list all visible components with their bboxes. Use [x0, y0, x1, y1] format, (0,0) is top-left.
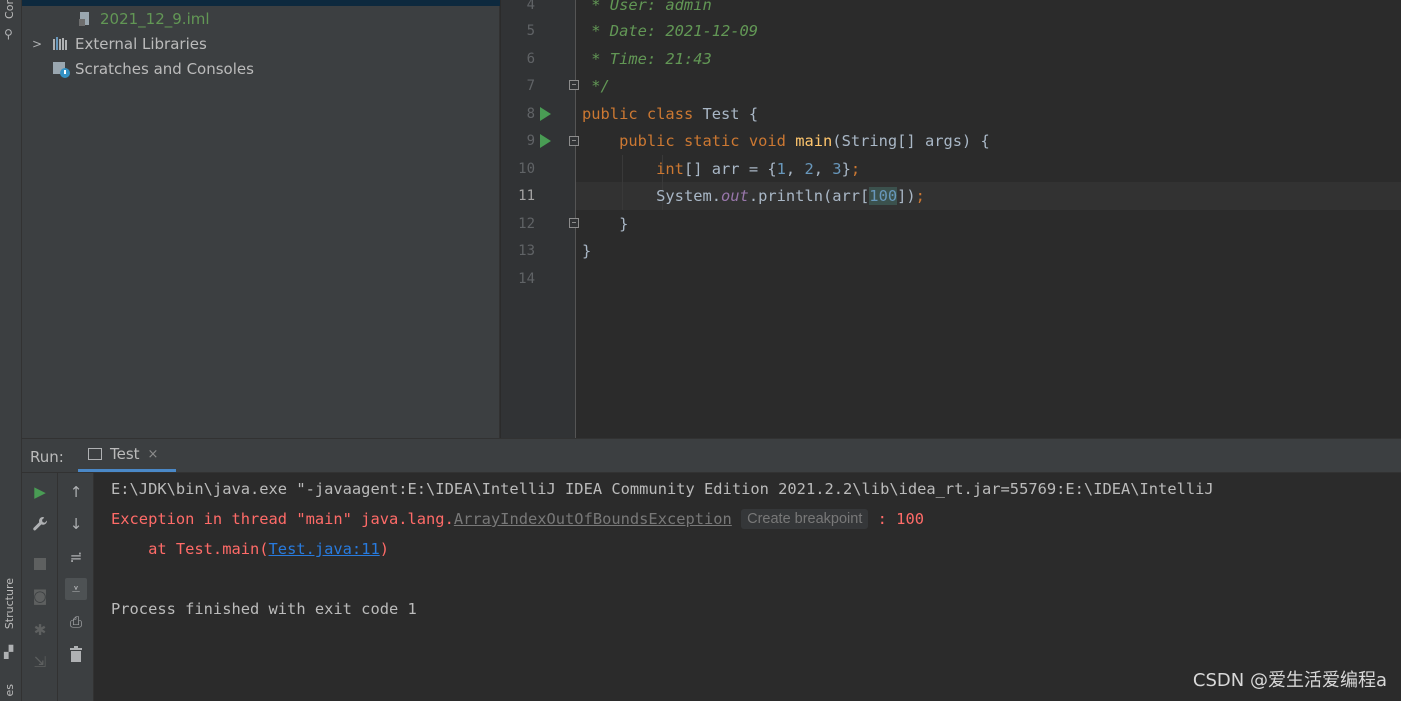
tree-item-label: External Libraries [75, 35, 207, 53]
run-main-gutter-icon[interactable] [540, 134, 551, 148]
run-tab-test[interactable]: Test × [78, 439, 176, 472]
code-line-close-class: } [582, 242, 592, 260]
line-number: 10 [518, 161, 535, 177]
line-number: 12 [518, 216, 535, 232]
commit-icon: ⚲ [4, 27, 13, 41]
line-number: 7 [526, 78, 535, 94]
fold-icon[interactable] [569, 80, 579, 90]
console-stack-line: at Test.main(Test.java:11) [111, 540, 390, 558]
exit-button[interactable]: ⇲ [29, 651, 51, 673]
line-number: 4 [526, 0, 535, 13]
line-number: 9 [526, 133, 535, 149]
code-line-main-decl: public static void main(String[] args) { [619, 132, 990, 150]
module-file-icon [77, 11, 97, 27]
structure-icon: ▞ [4, 645, 14, 659]
left-tool-strip: Cor ⚲ Structure ▞ es [0, 0, 22, 701]
soft-wrap-button[interactable]: ≓ [65, 546, 87, 568]
tree-item-external-libraries[interactable]: > External Libraries [32, 32, 207, 56]
stop-button[interactable] [29, 553, 51, 575]
code-line-close-method: } [619, 215, 629, 233]
run-toolbar-secondary: ↑ ↓ ≓ ⩡ ⎙ [58, 473, 94, 701]
code-line-println: System.out.println(arr[100]); [656, 187, 925, 205]
console-icon [88, 448, 102, 460]
line-number: 13 [518, 243, 535, 259]
chevron-right-icon[interactable]: > [32, 37, 46, 51]
settings-button[interactable] [29, 513, 51, 535]
clear-all-button[interactable] [65, 643, 87, 665]
tree-item-label: 2021_12_9.iml [100, 10, 210, 28]
line-number: 6 [526, 51, 535, 67]
run-tab-label: Test [110, 445, 140, 463]
run-window-header: Run: Test × [22, 438, 1401, 473]
index-highlight: 100 [869, 187, 898, 205]
run-toolbar-primary: ▶ ◙ ✱ ⇲ [22, 473, 58, 701]
debug-button[interactable]: ✱ [29, 619, 51, 641]
line-number: 5 [526, 23, 535, 39]
arrow-down-icon: ↓ [69, 515, 83, 533]
code-line-comment-date: * Date: 2021-12-09 [582, 22, 759, 40]
rerun-button[interactable]: ▶ [29, 481, 51, 503]
stop-icon [34, 558, 46, 570]
close-icon[interactable]: × [148, 447, 159, 462]
print-icon: ⎙ [69, 613, 82, 631]
code-line-comment-end: */ [582, 77, 610, 95]
console-exception-line: Exception in thread "main" java.lang.Arr… [111, 509, 924, 529]
exception-class-link[interactable]: ArrayIndexOutOfBoundsException [454, 510, 732, 528]
code-editor[interactable]: 4 5 6 7 8 9 10 11 12 13 14 * User: admin… [501, 0, 1401, 438]
tree-item-iml[interactable]: 2021_12_9.iml [77, 7, 210, 31]
soft-wrap-icon: ≓ [69, 548, 83, 566]
library-icon [52, 36, 72, 52]
line-number-current: 11 [518, 188, 535, 204]
fold-icon[interactable] [569, 136, 579, 146]
line-number: 14 [518, 271, 535, 287]
line-number: 8 [526, 106, 535, 122]
structure-tool-tab[interactable]: Structure [3, 578, 16, 629]
tree-item-scratches[interactable]: Scratches and Consoles [52, 57, 254, 81]
dump-threads-button[interactable]: ◙ [29, 585, 51, 607]
create-breakpoint-hint[interactable]: Create breakpoint [741, 509, 869, 529]
commit-tool-tab[interactable]: Cor [3, 0, 16, 19]
wrench-icon [33, 517, 48, 531]
trash-icon [70, 646, 82, 662]
down-stack-button[interactable]: ↓ [65, 513, 87, 535]
code-line-class-decl: public class Test { [582, 105, 759, 123]
arrow-up-icon: ↑ [69, 483, 83, 501]
camera-icon: ◙ [32, 587, 48, 605]
watermark: CSDN @爱生活爱编程a [1192, 670, 1387, 691]
project-panel: 2021_12_9.iml > External Libraries Scrat… [22, 0, 500, 438]
scroll-to-end-icon: ⩡ [71, 580, 81, 598]
favorites-tool-tab[interactable]: es [3, 684, 16, 697]
print-button[interactable]: ⎙ [65, 611, 87, 633]
run-label: Run: [30, 448, 64, 466]
scratches-icon [52, 61, 72, 78]
stack-trace-link[interactable]: Test.java:11 [269, 540, 380, 558]
code-line-comment-time: * Time: 21:43 [582, 50, 712, 68]
scroll-to-end-button[interactable]: ⩡ [65, 578, 87, 600]
console-finish-line: Process finished with exit code 1 [111, 600, 417, 618]
bug-icon: ✱ [33, 621, 47, 639]
exit-icon: ⇲ [33, 653, 47, 671]
run-class-gutter-icon[interactable] [540, 107, 551, 121]
code-line-array-decl: int[] arr = {1, 2, 3}; [656, 160, 861, 178]
up-stack-button[interactable]: ↑ [65, 481, 87, 503]
console-command-line: E:\JDK\bin\java.exe "-javaagent:E:\IDEA\… [111, 480, 1214, 498]
play-icon: ▶ [34, 483, 46, 501]
fold-icon[interactable] [569, 218, 579, 228]
code-line-comment-user: * User: admin [582, 0, 712, 14]
tree-item-label: Scratches and Consoles [75, 60, 254, 78]
selected-row-highlight [22, 0, 500, 6]
